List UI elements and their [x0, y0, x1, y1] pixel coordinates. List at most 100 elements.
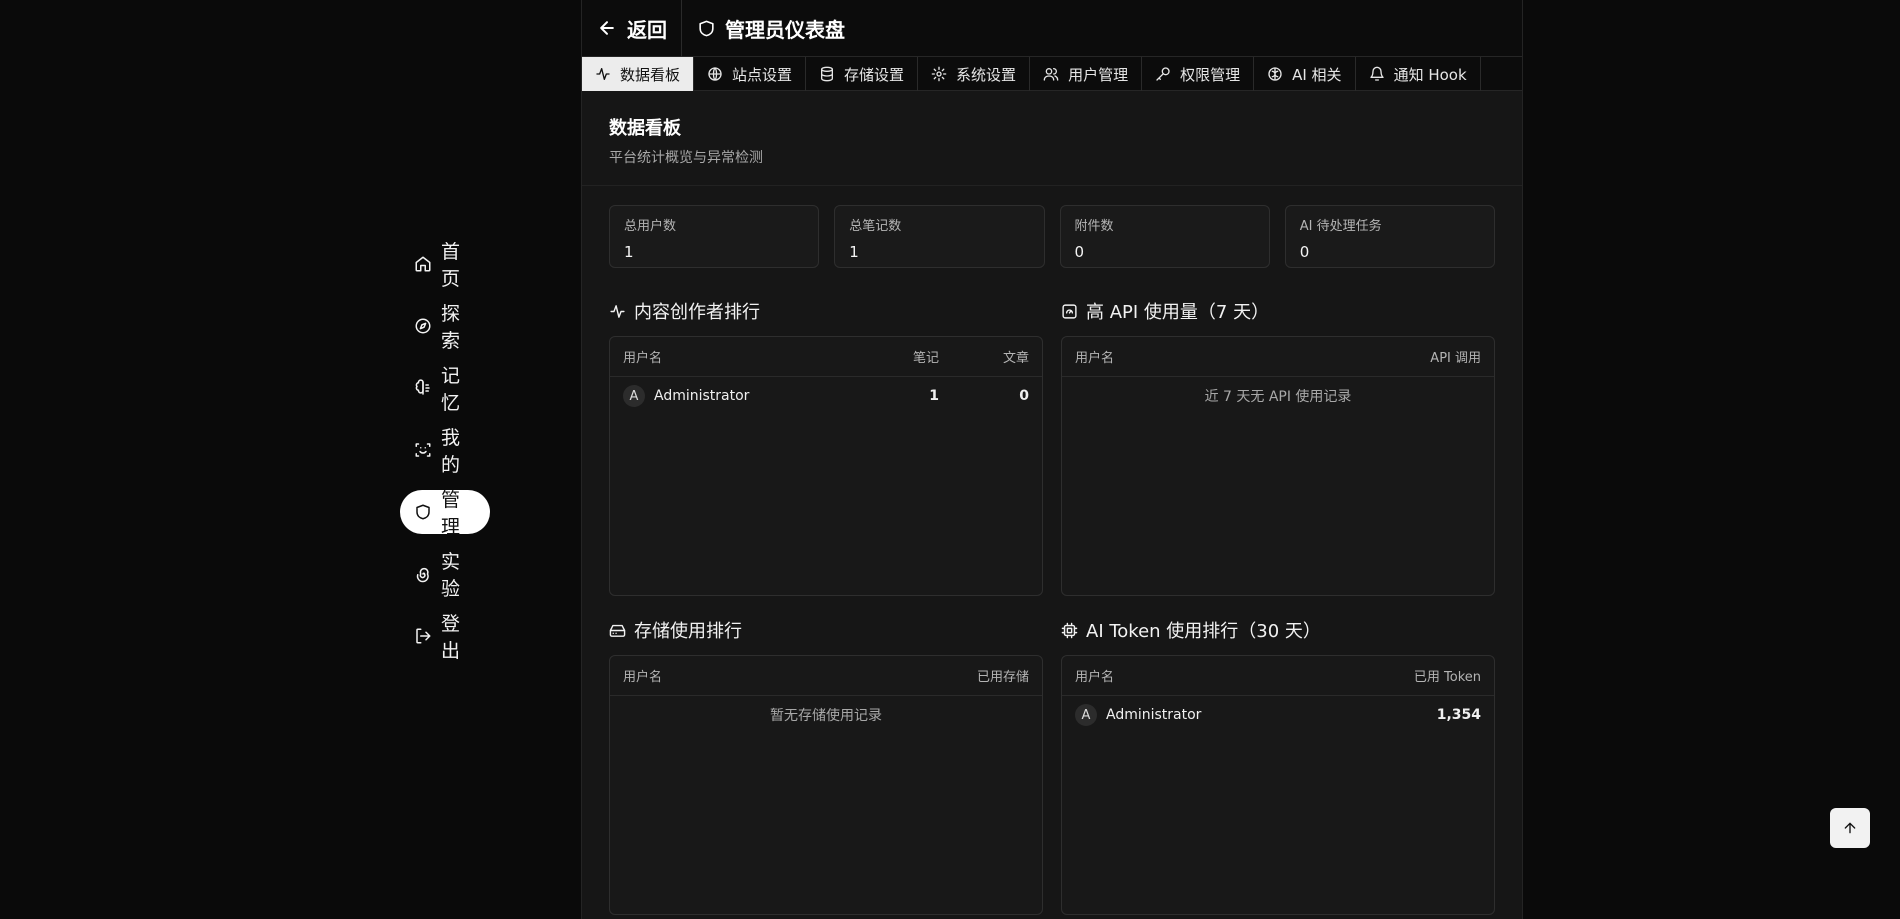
notes-count: 1 — [929, 388, 939, 404]
sidebar-item-label: 实验 — [441, 551, 461, 600]
panel-title-text: AI Token 使用排行（30 天） — [1086, 621, 1321, 642]
api-usage-panel: 高 API 使用量（7 天） 用户名 API 调用 近 7 天无 API 使用记… — [1061, 297, 1495, 596]
tab-label: 通知 Hook — [1393, 65, 1467, 84]
bell-icon — [1369, 66, 1385, 82]
stats-row: 总用户数 1 总笔记数 1 附件数 0 AI 待处理任务 0 — [582, 186, 1522, 268]
back-button[interactable]: 返回 — [582, 0, 682, 57]
tab-user-management[interactable]: 用户管理 — [1030, 57, 1143, 91]
creators-title: 内容创作者排行 — [609, 297, 1043, 325]
col-user: 用户名 — [623, 351, 663, 366]
panels-row-2: 存储使用排行 用户名 已用存储 暂无存储使用记录 AI Token 使用排行（3… — [582, 616, 1522, 915]
tab-system-settings[interactable]: 系统设置 — [918, 57, 1031, 91]
panels-row-1: 内容创作者排行 用户名 笔记 文章 A Administrator 1 0 高 … — [582, 297, 1522, 596]
storage-title: 存储使用排行 — [609, 616, 1043, 644]
api-usage-table: 用户名 API 调用 近 7 天无 API 使用记录 — [1061, 336, 1495, 596]
compass-icon — [414, 317, 432, 335]
avatar: A — [623, 385, 645, 407]
tab-notification-hook[interactable]: 通知 Hook — [1356, 57, 1481, 91]
stat-value: 0 — [1074, 243, 1085, 261]
sidebar-item-label: 首页 — [441, 241, 461, 290]
token-count: 1,354 — [1436, 707, 1481, 723]
tab-label: 系统设置 — [956, 65, 1017, 84]
table-row[interactable]: A Administrator 1,354 — [1062, 696, 1494, 734]
tab-site-settings[interactable]: 站点设置 — [694, 57, 807, 91]
globe-icon — [707, 66, 723, 82]
tab-label: 权限管理 — [1180, 65, 1241, 84]
creators-table: 用户名 笔记 文章 A Administrator 1 0 — [609, 336, 1043, 596]
panel-title-text: 高 API 使用量（7 天） — [1086, 302, 1270, 323]
articles-count: 0 — [1019, 388, 1029, 404]
col-user: 用户名 — [1075, 670, 1115, 685]
tab-label: 站点设置 — [732, 65, 793, 84]
top-bar: 返回 管理员仪表盘 — [582, 0, 1522, 57]
sidebar-item-memory[interactable]: 记忆 — [400, 365, 490, 414]
sidebar-item-home[interactable]: 首页 — [400, 241, 490, 290]
sidebar-nav: 首页 探索 记忆 我的 管理 实验 登出 — [400, 241, 500, 676]
api-usage-title: 高 API 使用量（7 天） — [1061, 297, 1495, 325]
cpu-icon — [1061, 622, 1078, 639]
home-icon — [414, 255, 432, 273]
sidebar-item-admin[interactable]: 管理 — [400, 489, 490, 538]
col-notes: 笔记 — [912, 351, 939, 366]
sidebar-item-mine[interactable]: 我的 — [400, 427, 490, 476]
brain-icon — [1267, 66, 1283, 82]
brain-icon — [414, 379, 432, 397]
tab-permissions[interactable]: 权限管理 — [1142, 57, 1255, 91]
col-used-storage: 已用存储 — [976, 670, 1029, 685]
sidebar-item-label: 我的 — [441, 427, 461, 476]
sidebar-item-label: 登出 — [441, 613, 461, 662]
panel-title-text: 内容创作者排行 — [634, 302, 760, 323]
arrow-left-icon — [597, 18, 617, 38]
user-cell: A Administrator — [623, 385, 849, 407]
col-used-token: 已用 Token — [1413, 670, 1481, 685]
empty-state: 暂无存储使用记录 — [770, 708, 882, 724]
sidebar-item-label: 管理 — [441, 489, 461, 538]
col-user: 用户名 — [623, 670, 663, 685]
scan-face-icon — [414, 441, 432, 459]
dashboard-subtitle: 平台统计概览与异常检测 — [609, 150, 763, 166]
stat-value: 1 — [849, 243, 859, 261]
tab-label: 存储设置 — [844, 65, 905, 84]
tab-bar: 数据看板 站点设置 存储设置 系统设置 用户管理 权限管理 AI 相关 通知 H… — [582, 57, 1522, 91]
stat-card-ai-tasks: AI 待处理任务 0 — [1284, 205, 1495, 268]
user-name: Administrator — [1106, 707, 1202, 723]
token-title: AI Token 使用排行（30 天） — [1061, 616, 1495, 644]
logout-icon — [414, 627, 432, 645]
sidebar-item-explore[interactable]: 探索 — [400, 303, 490, 352]
creators-panel: 内容创作者排行 用户名 笔记 文章 A Administrator 1 0 — [609, 297, 1043, 596]
stat-value: 1 — [624, 243, 634, 261]
tab-ai[interactable]: AI 相关 — [1254, 57, 1356, 91]
dashboard-title: 数据看板 — [609, 118, 681, 139]
sidebar-item-lab[interactable]: 实验 — [400, 551, 490, 600]
tab-storage-settings[interactable]: 存储设置 — [806, 57, 919, 91]
col-api-calls: API 调用 — [1430, 351, 1481, 366]
stat-card-users: 总用户数 1 — [609, 205, 820, 268]
tab-dashboard[interactable]: 数据看板 — [582, 57, 695, 91]
user-cell: A Administrator — [1075, 704, 1437, 726]
sidebar-item-label: 探索 — [441, 303, 461, 352]
hard-drive-icon — [609, 622, 626, 639]
stat-value: 0 — [1299, 243, 1310, 261]
table-header: 用户名 已用存储 — [610, 656, 1042, 696]
storage-panel: 存储使用排行 用户名 已用存储 暂无存储使用记录 — [609, 616, 1043, 915]
table-header: 用户名 API 调用 — [1062, 337, 1494, 377]
page-title: 管理员仪表盘 — [682, 14, 845, 43]
sidebar-item-logout[interactable]: 登出 — [400, 613, 490, 662]
token-table: 用户名 已用 Token A Administrator 1,354 — [1061, 655, 1495, 915]
table-row[interactable]: A Administrator 1 0 — [610, 377, 1042, 415]
table-header: 用户名 已用 Token — [1062, 656, 1494, 696]
shield-icon — [697, 19, 716, 38]
dashboard-header: 数据看板 平台统计概览与异常检测 — [582, 91, 1522, 186]
scroll-to-top-button[interactable] — [1830, 808, 1870, 848]
users-icon — [1043, 66, 1059, 82]
stat-label: 总笔记数 — [849, 219, 902, 234]
empty-state: 近 7 天无 API 使用记录 — [1204, 389, 1352, 405]
tab-label: AI 相关 — [1292, 65, 1342, 84]
back-label: 返回 — [627, 17, 667, 42]
main-panel: 返回 管理员仪表盘 数据看板 站点设置 存储设置 系统设置 用户管理 权限管理 … — [581, 0, 1523, 919]
spiral-icon — [414, 565, 432, 583]
page-title-text: 管理员仪表盘 — [725, 17, 845, 42]
activity-icon — [609, 303, 626, 320]
arrow-up-icon — [1842, 820, 1858, 836]
tab-label: 用户管理 — [1068, 65, 1129, 84]
